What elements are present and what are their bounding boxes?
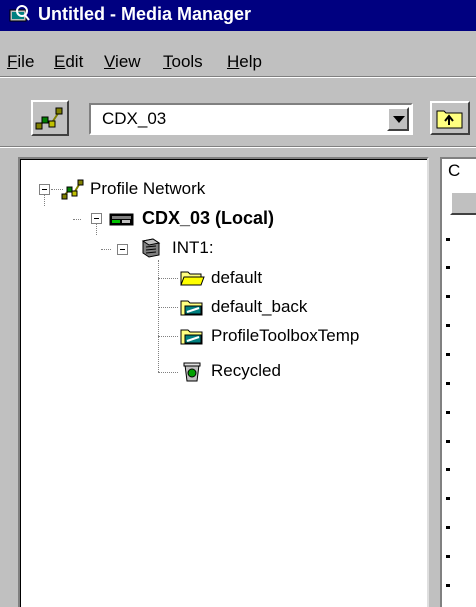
tree-node-default[interactable]: default xyxy=(21,267,401,291)
collapse-icon[interactable] xyxy=(91,213,102,224)
up-folder-button[interactable] xyxy=(430,101,470,135)
open-folder-icon xyxy=(180,271,205,286)
menu-tools[interactable]: Tools xyxy=(163,52,203,72)
tree-node-label: default xyxy=(211,268,263,287)
list-item-marker xyxy=(446,584,450,587)
toolbar-separator xyxy=(0,146,476,148)
tree-pane[interactable]: Profile Network CDX_03 (Local) INT1: def… xyxy=(18,157,429,607)
collapse-icon[interactable] xyxy=(117,244,128,255)
drive-icon xyxy=(141,238,161,258)
list-item-marker xyxy=(446,440,450,443)
list-item-marker xyxy=(446,411,450,414)
menu-edit[interactable]: Edit xyxy=(54,52,83,72)
folder-up-icon xyxy=(436,110,463,129)
tree-node-volume[interactable]: INT1: xyxy=(21,237,401,261)
machine-select[interactable]: CDX_03 xyxy=(89,103,413,135)
contents-pane-header: C xyxy=(448,161,461,180)
network-icon xyxy=(35,107,63,130)
folder-icon xyxy=(180,300,203,316)
tree-node-default-back[interactable]: default_back xyxy=(21,296,401,320)
tree-node-label: INT1: xyxy=(172,238,214,257)
dropdown-arrow-icon[interactable] xyxy=(387,107,409,131)
menu-file[interactable]: File xyxy=(7,52,34,72)
list-item-marker xyxy=(446,238,450,241)
machine-icon xyxy=(109,213,134,226)
list-item-marker xyxy=(446,382,450,385)
network-button[interactable] xyxy=(31,100,69,136)
tree-node-label: Profile Network xyxy=(90,179,206,198)
folder-icon xyxy=(180,329,203,345)
column-header[interactable] xyxy=(450,191,476,215)
list-item-marker xyxy=(446,555,450,558)
title-bar: Untitled - Media Manager xyxy=(0,0,476,31)
machine-select-value: CDX_03 xyxy=(102,109,167,128)
tree-node-machine[interactable]: CDX_03 (Local) xyxy=(21,207,401,231)
list-item-marker xyxy=(446,526,450,529)
network-icon xyxy=(61,179,84,200)
tree-node-label: CDX_03 (Local) xyxy=(142,208,275,228)
list-item-marker xyxy=(446,497,450,500)
list-item-marker xyxy=(446,468,450,471)
list-item-marker xyxy=(446,353,450,356)
collapse-icon[interactable] xyxy=(39,184,50,195)
tree-node-label: ProfileToolboxTemp xyxy=(211,326,360,345)
tree-view: Profile Network CDX_03 (Local) INT1: def… xyxy=(20,159,427,607)
menu-bar: File Edit View Tools Help xyxy=(0,31,476,71)
menu-help[interactable]: Help xyxy=(227,52,262,72)
contents-pane[interactable]: C xyxy=(440,157,476,607)
menu-view[interactable]: View xyxy=(104,52,141,72)
app-icon[interactable] xyxy=(8,5,30,25)
recycle-bin-icon xyxy=(183,362,201,382)
window-title: Untitled - Media Manager xyxy=(38,4,252,24)
menu-separator xyxy=(0,76,476,78)
tree-node-label: default_back xyxy=(211,297,308,316)
tree-node-label: Recycled xyxy=(211,361,281,380)
tree-node-profile-network[interactable]: Profile Network xyxy=(21,178,401,202)
tree-node-recycled[interactable]: Recycled xyxy=(21,360,401,384)
list-item-marker xyxy=(446,324,450,327)
list-item-marker xyxy=(446,266,450,269)
tree-node-profile-toolbox-temp[interactable]: ProfileToolboxTemp xyxy=(21,325,401,349)
list-item-marker xyxy=(446,295,450,298)
